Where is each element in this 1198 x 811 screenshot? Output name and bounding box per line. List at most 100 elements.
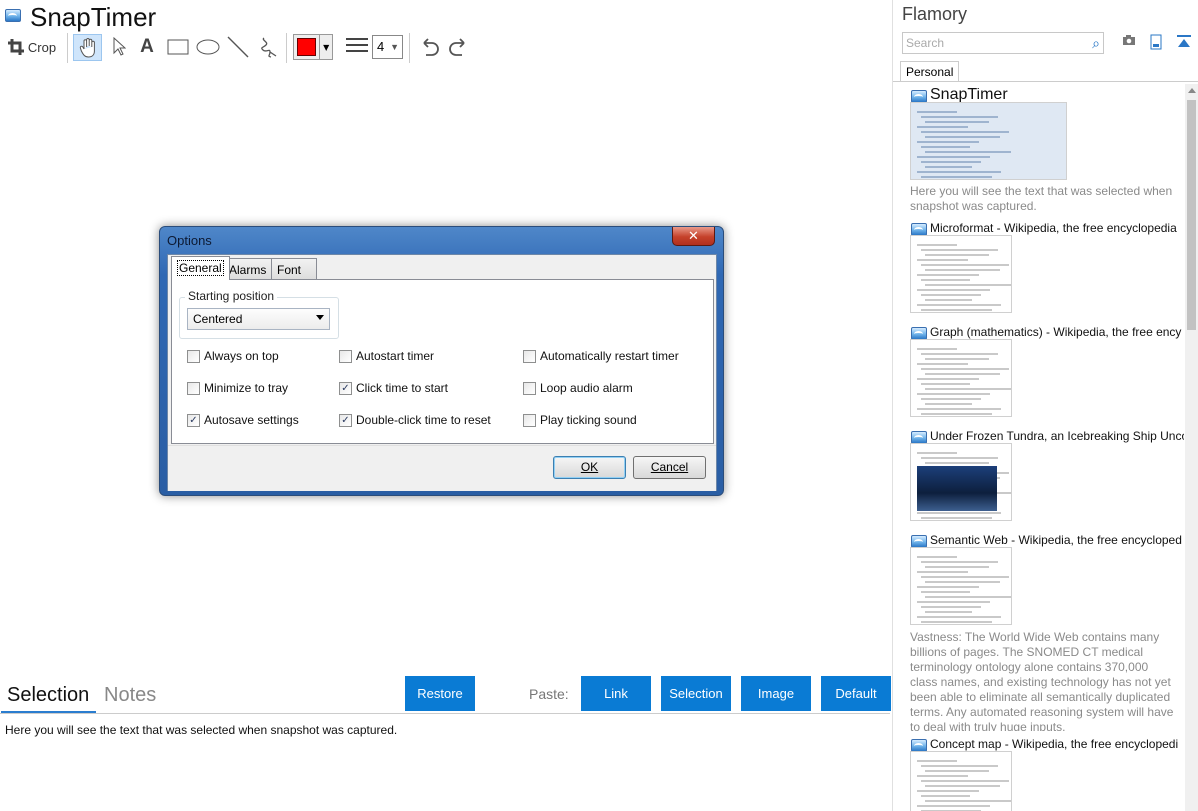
checkbox-label: Click time to start [356, 381, 449, 395]
chevron-down-icon [316, 315, 324, 320]
search-icon[interactable]: ⌕ [1092, 35, 1100, 52]
item-title: Concept map - Wikipedia, the free encycl… [930, 737, 1179, 751]
tab-notes[interactable]: Notes [104, 684, 156, 707]
ellipse-tool-button[interactable] [196, 33, 220, 61]
item-thumbnail[interactable] [910, 751, 1012, 811]
line-width-icon[interactable] [346, 38, 368, 56]
toolbar-separator [67, 33, 68, 63]
item-thumbnail[interactable] [910, 339, 1012, 417]
collapse-up-icon[interactable] [1176, 34, 1192, 54]
redo-icon [449, 38, 465, 56]
tab-selection[interactable]: Selection [7, 684, 89, 707]
tab-panel-general: Starting position Centered Always on top… [171, 279, 714, 444]
checkbox-label: Play ticking sound [540, 413, 637, 427]
item-thumbnail[interactable] [910, 443, 1012, 521]
checkbox-option[interactable]: Autostart timer [339, 349, 434, 363]
crop-label: Crop [27, 39, 57, 55]
checkbox-option[interactable]: ✓ Click time to start [339, 381, 448, 395]
hand-tool-button[interactable] [73, 34, 102, 61]
checkbox-option[interactable]: Play ticking sound [523, 413, 637, 427]
tab-alarms[interactable]: Alarms [223, 258, 273, 280]
checkbox-label: Loop audio alarm [540, 381, 633, 395]
scrollbar-thumb[interactable] [1187, 100, 1196, 330]
divider [893, 81, 1198, 82]
close-button[interactable]: ✕ [672, 227, 715, 246]
document-icon[interactable] [1150, 34, 1162, 54]
checkbox-option[interactable]: Automatically restart timer [523, 349, 679, 363]
color-swatch [297, 38, 317, 56]
arrow-select-icon [113, 37, 126, 56]
text-icon: A [140, 36, 154, 57]
checkbox-checked-icon[interactable]: ✓ [339, 413, 352, 427]
item-thumbnail[interactable] [910, 547, 1012, 625]
ship-photo [917, 466, 997, 511]
paste-selection-button[interactable]: Selection [661, 676, 731, 711]
select-tool-button[interactable] [108, 33, 130, 61]
search-input[interactable]: Search ⌕ [902, 32, 1104, 54]
color-picker-button[interactable]: ▼ [293, 34, 333, 60]
ok-button[interactable]: OK [553, 456, 626, 479]
item-title: Microformat - Wikipedia, the free encycl… [930, 221, 1177, 235]
paste-label: Paste: [529, 686, 569, 702]
scroll-up-icon[interactable] [1188, 88, 1196, 93]
checkbox-icon[interactable] [523, 349, 536, 363]
starting-position-group: Starting position Centered [179, 289, 339, 339]
checkbox-label: Minimize to tray [204, 381, 289, 395]
checkbox-label: Double-click time to reset [356, 413, 491, 427]
checkbox-option[interactable]: ✓ Autosave settings [187, 413, 299, 427]
paste-default-button[interactable]: Default [821, 676, 891, 711]
checkbox-option[interactable]: Always on top [187, 349, 279, 363]
checkbox-checked-icon[interactable]: ✓ [187, 413, 200, 427]
hand-icon [79, 37, 95, 58]
item-thumbnail[interactable] [910, 102, 1067, 180]
line-tool-button[interactable] [226, 33, 250, 61]
freehand-icon [261, 37, 277, 58]
paste-link-button[interactable]: Link [581, 676, 651, 711]
restore-button[interactable]: Restore [405, 676, 475, 711]
paste-image-button[interactable]: Image [741, 676, 811, 711]
item-thumbnail[interactable] [910, 235, 1012, 313]
options-dialog: Options ✕ General Alarms Font Starting p… [159, 226, 724, 496]
item-description: Here you will see the text that was sele… [910, 184, 1173, 213]
close-icon: ✕ [688, 228, 699, 244]
stroke-size-value: 4 [377, 39, 385, 54]
camera-icon[interactable] [1122, 34, 1136, 50]
search-placeholder: Search [906, 36, 945, 50]
checkbox-option[interactable]: Minimize to tray [187, 381, 288, 395]
scrollbar[interactable] [1185, 84, 1198, 811]
checkbox-label: Always on top [204, 349, 279, 363]
toolbar-separator [286, 33, 287, 63]
tab-general[interactable]: General [171, 256, 230, 280]
freehand-tool-button[interactable] [256, 33, 280, 61]
starting-position-select[interactable]: Centered [187, 308, 330, 330]
redo-button[interactable] [446, 33, 472, 61]
chevron-down-icon: ▼ [390, 42, 399, 52]
checkbox-option[interactable]: Loop audio alarm [523, 381, 633, 395]
rectangle-tool-button[interactable] [166, 33, 190, 61]
item-description: Vastness: The World Wide Web contains ma… [910, 630, 1174, 731]
divider [0, 713, 890, 714]
text-tool-button[interactable]: A [136, 33, 158, 61]
stroke-size-select[interactable]: 4 ▼ [372, 35, 403, 59]
checkbox-checked-icon[interactable]: ✓ [339, 381, 352, 395]
crop-button[interactable]: Crop [6, 33, 58, 61]
undo-button[interactable] [416, 33, 442, 61]
flamory-pane: Flamory Search ⌕ Personal SnapTimer Here … [892, 0, 1198, 811]
checkbox-option[interactable]: ✓ Double-click time to reset [339, 413, 491, 427]
tab-font[interactable]: Font [271, 258, 317, 280]
checkbox-label: Automatically restart timer [540, 349, 679, 363]
cancel-button[interactable]: Cancel [633, 456, 706, 479]
item-title: Graph (mathematics) - Wikipedia, the fre… [930, 325, 1182, 339]
item-title: Under Frozen Tundra, an Icebreaking Ship… [930, 429, 1184, 443]
pane-title: Flamory [902, 4, 968, 24]
starting-position-value: Centered [193, 312, 243, 326]
checkbox-icon[interactable] [523, 381, 536, 395]
selection-text[interactable]: Here you will see the text that was sele… [5, 723, 397, 737]
tab-personal[interactable]: Personal [900, 61, 960, 82]
app-window: { "app": {"title": "SnapTimer"}, "toolba… [0, 0, 1198, 811]
checkbox-icon[interactable] [339, 349, 352, 363]
checkbox-icon[interactable] [523, 413, 536, 427]
checkbox-icon[interactable] [187, 349, 200, 363]
dialog-footer: OK Cancel [168, 445, 716, 491]
checkbox-icon[interactable] [187, 381, 200, 395]
